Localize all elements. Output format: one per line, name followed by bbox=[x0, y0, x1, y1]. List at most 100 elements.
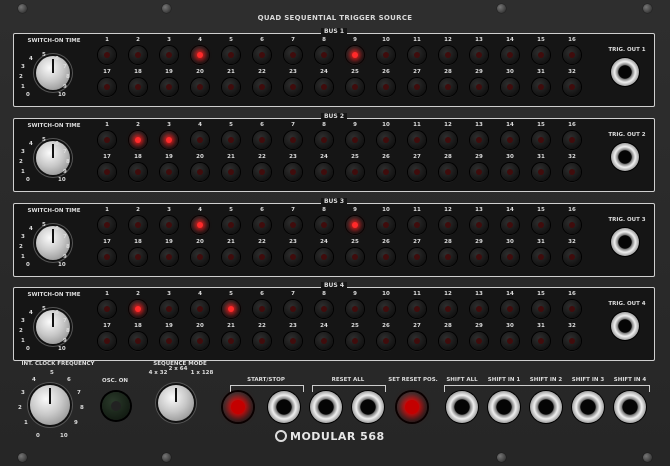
step-button[interactable] bbox=[98, 332, 116, 350]
step-button[interactable] bbox=[160, 300, 178, 318]
step-button[interactable] bbox=[470, 300, 488, 318]
step-button[interactable] bbox=[377, 300, 395, 318]
step-button[interactable] bbox=[253, 300, 271, 318]
step-button[interactable] bbox=[222, 163, 240, 181]
step-button[interactable] bbox=[501, 46, 519, 64]
step-button[interactable] bbox=[191, 163, 209, 181]
step-button[interactable] bbox=[408, 248, 426, 266]
step-button[interactable] bbox=[253, 248, 271, 266]
step-button[interactable] bbox=[160, 248, 178, 266]
step-button[interactable] bbox=[346, 163, 364, 181]
step-button[interactable] bbox=[377, 216, 395, 234]
step-button[interactable] bbox=[532, 78, 550, 96]
step-button[interactable] bbox=[408, 216, 426, 234]
step-button[interactable] bbox=[98, 46, 116, 64]
shift-in-4-jack[interactable] bbox=[614, 391, 646, 423]
step-button[interactable] bbox=[346, 332, 364, 350]
step-button[interactable] bbox=[160, 216, 178, 234]
step-button[interactable] bbox=[98, 163, 116, 181]
step-button[interactable] bbox=[439, 216, 457, 234]
step-button[interactable] bbox=[439, 332, 457, 350]
step-button[interactable] bbox=[346, 300, 364, 318]
step-button[interactable] bbox=[129, 332, 147, 350]
step-button[interactable] bbox=[315, 300, 333, 318]
shift-all-jack[interactable] bbox=[446, 391, 478, 423]
step-button[interactable] bbox=[408, 163, 426, 181]
step-button[interactable] bbox=[129, 216, 147, 234]
step-button[interactable] bbox=[377, 131, 395, 149]
step-button[interactable] bbox=[191, 78, 209, 96]
step-button[interactable] bbox=[470, 216, 488, 234]
step-button[interactable] bbox=[501, 216, 519, 234]
step-button[interactable] bbox=[439, 131, 457, 149]
step-button[interactable] bbox=[191, 131, 209, 149]
step-button[interactable] bbox=[284, 163, 302, 181]
step-button[interactable] bbox=[501, 332, 519, 350]
step-button[interactable] bbox=[160, 131, 178, 149]
step-button[interactable] bbox=[346, 248, 364, 266]
sequence-mode-knob[interactable] bbox=[158, 385, 194, 421]
step-button[interactable] bbox=[470, 163, 488, 181]
step-button[interactable] bbox=[98, 78, 116, 96]
step-button[interactable] bbox=[377, 248, 395, 266]
osc-on-button[interactable] bbox=[102, 392, 130, 420]
clock-frequency-knob[interactable] bbox=[30, 385, 70, 425]
trig-out-jack[interactable] bbox=[611, 143, 639, 171]
step-button[interactable] bbox=[222, 78, 240, 96]
step-button[interactable] bbox=[470, 46, 488, 64]
reset-all-jack-1[interactable] bbox=[310, 391, 342, 423]
step-button[interactable] bbox=[501, 163, 519, 181]
step-button[interactable] bbox=[191, 46, 209, 64]
step-button[interactable] bbox=[501, 131, 519, 149]
step-button[interactable] bbox=[439, 163, 457, 181]
step-button[interactable] bbox=[346, 131, 364, 149]
step-button[interactable] bbox=[129, 248, 147, 266]
step-button[interactable] bbox=[377, 78, 395, 96]
step-button[interactable] bbox=[160, 163, 178, 181]
step-button[interactable] bbox=[253, 216, 271, 234]
step-button[interactable] bbox=[160, 332, 178, 350]
step-button[interactable] bbox=[408, 78, 426, 96]
start-stop-jack[interactable] bbox=[268, 391, 300, 423]
start-stop-button[interactable] bbox=[223, 392, 253, 422]
step-button[interactable] bbox=[532, 216, 550, 234]
step-button[interactable] bbox=[532, 131, 550, 149]
step-button[interactable] bbox=[222, 332, 240, 350]
step-button[interactable] bbox=[470, 248, 488, 266]
step-button[interactable] bbox=[284, 332, 302, 350]
step-button[interactable] bbox=[98, 300, 116, 318]
step-button[interactable] bbox=[191, 248, 209, 266]
step-button[interactable] bbox=[315, 131, 333, 149]
step-button[interactable] bbox=[129, 46, 147, 64]
step-button[interactable] bbox=[470, 332, 488, 350]
step-button[interactable] bbox=[532, 248, 550, 266]
trig-out-jack[interactable] bbox=[611, 312, 639, 340]
shift-in-3-jack[interactable] bbox=[572, 391, 604, 423]
step-button[interactable] bbox=[315, 332, 333, 350]
step-button[interactable] bbox=[377, 332, 395, 350]
step-button[interactable] bbox=[160, 78, 178, 96]
step-button[interactable] bbox=[532, 300, 550, 318]
step-button[interactable] bbox=[222, 46, 240, 64]
step-button[interactable] bbox=[129, 131, 147, 149]
step-button[interactable] bbox=[284, 300, 302, 318]
step-button[interactable] bbox=[408, 332, 426, 350]
step-button[interactable] bbox=[129, 78, 147, 96]
step-button[interactable] bbox=[253, 332, 271, 350]
step-button[interactable] bbox=[284, 46, 302, 64]
step-button[interactable] bbox=[563, 163, 581, 181]
step-button[interactable] bbox=[98, 248, 116, 266]
step-button[interactable] bbox=[315, 216, 333, 234]
step-button[interactable] bbox=[253, 131, 271, 149]
step-button[interactable] bbox=[563, 131, 581, 149]
step-button[interactable] bbox=[222, 300, 240, 318]
step-button[interactable] bbox=[408, 131, 426, 149]
step-button[interactable] bbox=[284, 131, 302, 149]
step-button[interactable] bbox=[439, 248, 457, 266]
step-button[interactable] bbox=[439, 46, 457, 64]
step-button[interactable] bbox=[315, 248, 333, 266]
step-button[interactable] bbox=[501, 300, 519, 318]
step-button[interactable] bbox=[191, 300, 209, 318]
step-button[interactable] bbox=[563, 78, 581, 96]
step-button[interactable] bbox=[129, 163, 147, 181]
